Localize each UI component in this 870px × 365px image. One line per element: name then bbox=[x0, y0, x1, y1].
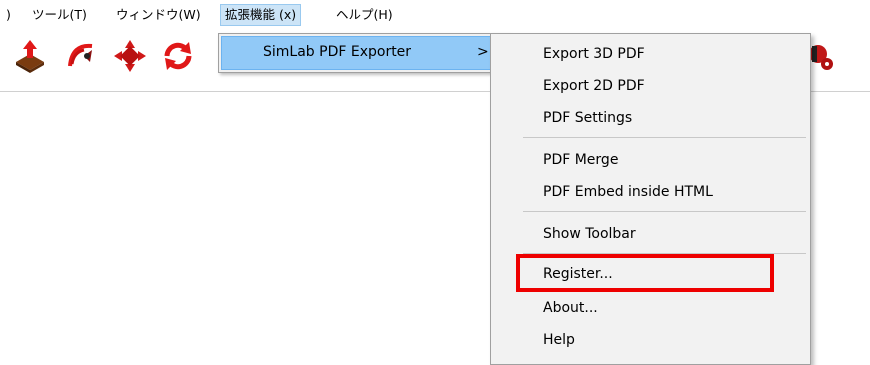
menu-separator bbox=[523, 211, 806, 212]
register-highlight-box bbox=[516, 254, 774, 292]
menu-item-pdf-merge[interactable]: PDF Merge bbox=[543, 147, 618, 173]
menu-item-help-pdf[interactable]: Help bbox=[543, 327, 575, 353]
menu-item-export-2d-pdf[interactable]: Export 2D PDF bbox=[543, 73, 645, 99]
extensions-dropdown: SimLab PDF Exporter > bbox=[218, 33, 510, 73]
push-pull-icon[interactable] bbox=[10, 36, 50, 76]
move-icon[interactable] bbox=[110, 36, 150, 76]
submenu-arrow-icon: > bbox=[477, 44, 489, 60]
menu-item-pdf-settings[interactable]: PDF Settings bbox=[543, 105, 632, 131]
menu-item-tools[interactable]: ツール(T) bbox=[28, 5, 91, 25]
menu-bar: ) ツール(T) ウィンドウ(W) 拡張機能 (x) ヘルプ(H) bbox=[0, 0, 870, 28]
pdf-exporter-submenu: Export 3D PDF Export 2D PDF PDF Settings… bbox=[490, 33, 811, 365]
menu-item-show-toolbar[interactable]: Show Toolbar bbox=[543, 221, 636, 247]
menu-item-extensions[interactable]: 拡張機能 (x) bbox=[220, 4, 302, 26]
menu-item-about[interactable]: About... bbox=[543, 295, 598, 321]
menu-item-label: SimLab PDF Exporter bbox=[263, 44, 412, 60]
menu-item-export-3d-pdf[interactable]: Export 3D PDF bbox=[543, 41, 645, 67]
menu-item-pdf-embed-html[interactable]: PDF Embed inside HTML bbox=[543, 179, 713, 205]
menu-item-window[interactable]: ウィンドウ(W) bbox=[112, 5, 205, 25]
menu-item-partial[interactable]: ) bbox=[2, 5, 15, 25]
menu-separator bbox=[523, 137, 806, 138]
follow-me-icon[interactable] bbox=[62, 36, 102, 76]
menu-item-help[interactable]: ヘルプ(H) bbox=[332, 5, 397, 25]
rotate-icon[interactable] bbox=[158, 36, 198, 76]
